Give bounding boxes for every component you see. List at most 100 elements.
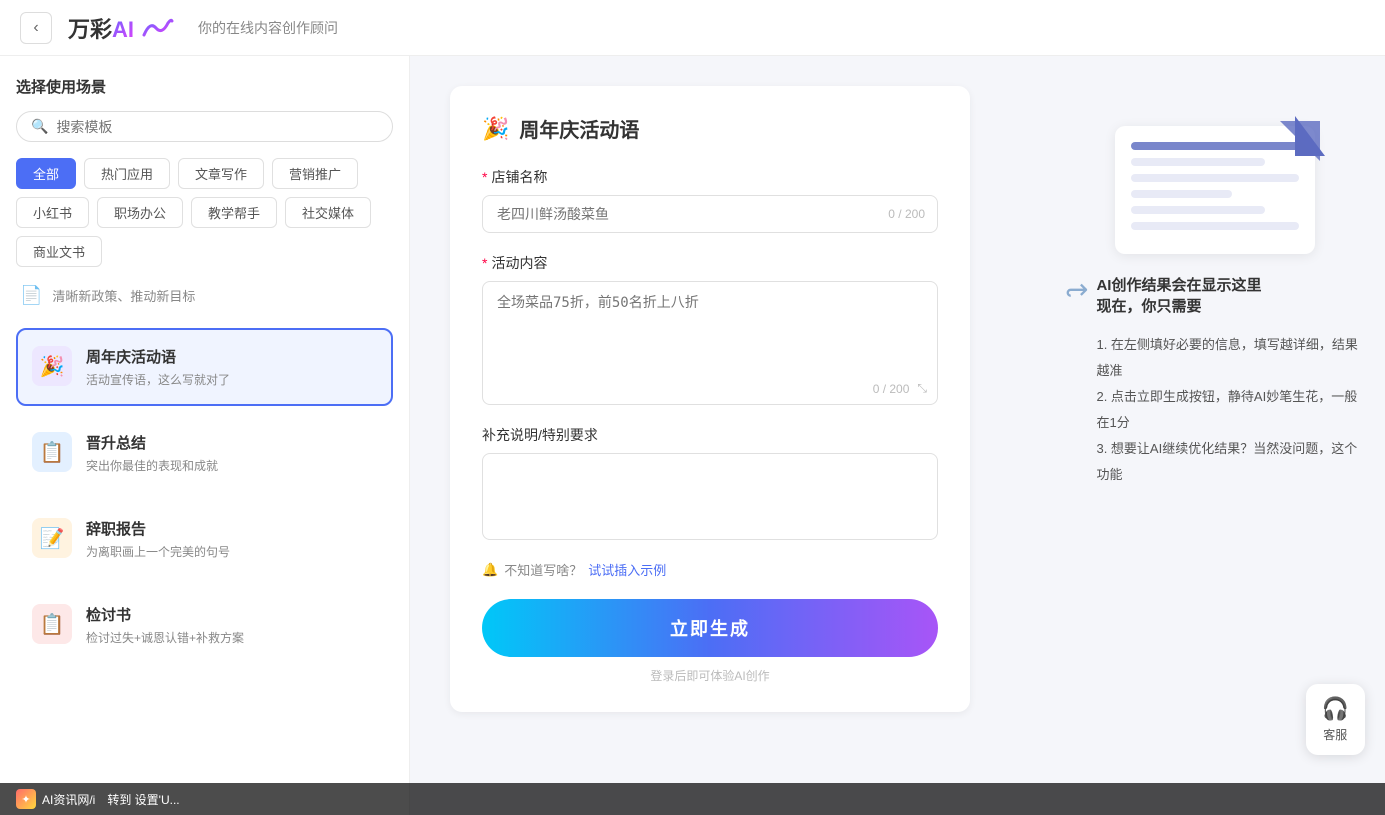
sidebar: 选择使用场景 🔍 全部 热门应用 文章写作 营销推广 小红书 职场办公 教学帮手…: [0, 56, 410, 815]
illus-line-2: [1131, 158, 1265, 166]
customer-service[interactable]: 🎧 客服: [1306, 684, 1365, 755]
supplement-textarea[interactable]: [483, 454, 937, 534]
hint-row: 🔔 不知道写啥？ 试试插入示例: [482, 560, 938, 579]
resignation-icon: 📝: [32, 518, 72, 558]
anniversary-name: 周年庆活动语: [86, 346, 377, 367]
generate-button[interactable]: 立即生成: [482, 599, 938, 657]
fold-icon: [1280, 121, 1320, 161]
promotion-text: 晋升总结 突出你最佳的表现和成就: [86, 432, 377, 474]
ai-desc-area: AI创作结果会在显示这里 现在，你只需要 1. 在左侧填好必要的信息，填写越详细…: [1096, 274, 1365, 488]
illus-line-3: [1131, 174, 1299, 182]
headset-icon: 🎧: [1322, 696, 1349, 722]
illus-line-6: [1131, 222, 1299, 230]
bottom-logo: ✦ AI资讯网/i: [16, 789, 95, 809]
logo-area: 万彩AI: [68, 12, 174, 44]
arrow-icon: ↪: [1065, 274, 1088, 307]
step-1: 1. 在左侧填好必要的信息，填写越详细，结果越准: [1096, 332, 1365, 384]
tags-area: 全部 热门应用 文章写作 营销推广 小红书 职场办公 教学帮手 社交媒体 商业文…: [16, 158, 393, 267]
step-2: 2. 点击立即生成按钮，静待AI妙笔生花，一般在1分: [1096, 384, 1365, 436]
separator-text: 清晰新政策、推动新目标: [52, 286, 195, 305]
anniversary-desc: 活动宣传语，这么写就对了: [86, 371, 377, 388]
supplement-group: 补充说明/特别要求: [482, 425, 938, 540]
illus-line-4: [1131, 190, 1232, 198]
activity-content-group: * 活动内容 0 / 200 ⤡: [482, 253, 938, 405]
search-box: 🔍: [16, 111, 393, 142]
form-card: 🎉 周年庆活动语 * 店铺名称 0 / 200: [450, 86, 970, 712]
tag-social[interactable]: 社交媒体: [285, 197, 371, 228]
store-name-group: * 店铺名称 0 / 200: [482, 167, 938, 233]
tag-marketing[interactable]: 营销推广: [272, 158, 358, 189]
list-section: 🎉 周年庆活动语 活动宣传语，这么写就对了 📋 晋升总结 突出你最佳的表现和成就…: [16, 328, 393, 664]
bottom-bar: ✦ AI资讯网/i 转到 设置'U...: [0, 783, 1385, 815]
store-name-label: * 店铺名称: [482, 167, 938, 187]
form-title: 🎉 周年庆活动语: [482, 114, 938, 143]
tag-teaching[interactable]: 教学帮手: [191, 197, 277, 228]
form-title-icon: 🎉: [482, 116, 509, 142]
tag-office[interactable]: 职场办公: [97, 197, 183, 228]
supplement-label: 补充说明/特别要求: [482, 425, 938, 445]
resignation-desc: 为离职画上一个完美的句号: [86, 543, 377, 560]
search-input[interactable]: [56, 119, 378, 135]
required-mark-1: *: [482, 169, 487, 185]
content-right: 🎉 周年庆活动语 * 店铺名称 0 / 200: [410, 56, 1385, 815]
hint-link[interactable]: 试试插入示例: [588, 560, 666, 579]
content-area: 🎉 周年庆活动语 * 店铺名称 0 / 200: [410, 56, 1045, 815]
review-name: 检讨书: [86, 604, 377, 625]
app-header: ‹ 万彩AI 你的在线内容创作顾问: [0, 0, 1385, 56]
activity-content-footer: 0 / 200 ⤡: [483, 377, 937, 404]
tag-all[interactable]: 全部: [16, 158, 76, 189]
activity-char-count: 0 / 200: [873, 382, 910, 396]
hint-text-prefix: 不知道写啥？: [504, 560, 582, 579]
tag-business[interactable]: 商业文书: [16, 236, 102, 267]
resize-icon: ⤡: [917, 381, 927, 396]
promotion-name: 晋升总结: [86, 432, 377, 453]
promotion-icon: 📋: [32, 432, 72, 472]
resignation-text: 辞职报告 为离职画上一个完美的句号: [86, 518, 377, 560]
activity-content-textarea[interactable]: [483, 282, 937, 372]
review-text: 检讨书 检讨过失+诚恩认错+补救方案: [86, 604, 377, 646]
bottom-logo-text: AI资讯网/i: [42, 791, 95, 808]
list-item-anniversary[interactable]: 🎉 周年庆活动语 活动宣传语，这么写就对了: [16, 328, 393, 406]
store-name-input-wrapper: 0 / 200: [482, 195, 938, 233]
tags-row-2: 小红书 职场办公 教学帮手 社交媒体: [16, 197, 393, 228]
logo-text: 万彩AI: [68, 12, 134, 44]
resignation-name: 辞职报告: [86, 518, 377, 539]
illus-line-5: [1131, 206, 1265, 214]
tag-xiaohongshu[interactable]: 小红书: [16, 197, 89, 228]
separator-item: 📄 清晰新政策、推动新目标: [16, 275, 393, 316]
anniversary-text: 周年庆活动语 活动宣传语，这么写就对了: [86, 346, 377, 388]
list-item-review[interactable]: 📋 检讨书 检讨过失+诚恩认错+补救方案: [16, 586, 393, 664]
tag-hot[interactable]: 热门应用: [84, 158, 170, 189]
login-hint: 登录后即可体验AI创作: [482, 667, 938, 684]
main-layout: 选择使用场景 🔍 全部 热门应用 文章写作 营销推广 小红书 职场办公 教学帮手…: [0, 56, 1385, 815]
bottom-logo-icon: ✦: [16, 789, 36, 809]
search-icon: 🔍: [31, 118, 48, 135]
tags-row-1: 全部 热门应用 文章写作 营销推广: [16, 158, 393, 189]
required-mark-2: *: [482, 255, 487, 271]
separator-icon: 📄: [20, 285, 42, 306]
bottom-bar-suffix: 转到 设置'U...: [107, 791, 179, 808]
review-icon: 📋: [32, 604, 72, 644]
tags-row-3: 商业文书: [16, 236, 393, 267]
anniversary-icon: 🎉: [32, 346, 72, 386]
logo-wave-icon: [142, 17, 174, 39]
hint-icon: 🔔: [482, 562, 498, 578]
list-item-promotion[interactable]: 📋 晋升总结 突出你最佳的表现和成就: [16, 414, 393, 492]
illus-line-1: [1131, 142, 1299, 150]
list-item-resignation[interactable]: 📝 辞职报告 为离职画上一个完美的句号: [16, 500, 393, 578]
step-3: 3. 想要让AI继续优化结果？当然没问题，这个功能: [1096, 436, 1365, 488]
customer-service-label: 客服: [1323, 728, 1347, 742]
tag-article[interactable]: 文章写作: [178, 158, 264, 189]
back-button[interactable]: ‹: [20, 12, 52, 44]
header-subtitle: 你的在线内容创作顾问: [198, 18, 338, 38]
sidebar-title: 选择使用场景: [16, 76, 393, 97]
review-desc: 检讨过失+诚恩认错+补救方案: [86, 629, 377, 646]
store-name-input[interactable]: [483, 196, 937, 232]
store-name-char-count: 0 / 200: [888, 207, 925, 221]
activity-content-label: * 活动内容: [482, 253, 938, 273]
activity-content-textarea-wrapper: 0 / 200 ⤡: [482, 281, 938, 405]
form-title-text: 周年庆活动语: [519, 114, 639, 143]
supplement-textarea-wrapper: [482, 453, 938, 540]
ai-steps: 1. 在左侧填好必要的信息，填写越详细，结果越准 2. 点击立即生成按钮，静待A…: [1096, 332, 1365, 488]
back-icon: ‹: [33, 19, 38, 37]
